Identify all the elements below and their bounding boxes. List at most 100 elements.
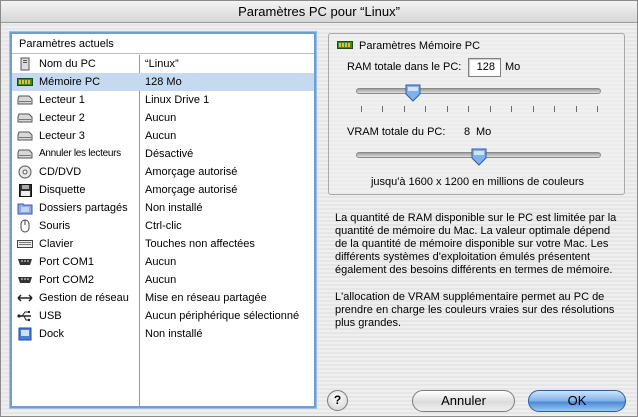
serial-port-icon [17, 273, 33, 287]
cancel-button[interactable]: Annuler [412, 390, 515, 412]
vram-label: VRAM totale du PC: [347, 126, 446, 138]
ok-button[interactable]: OK [528, 390, 626, 412]
list-row-value: Aucun [145, 274, 177, 286]
memory-icon [17, 75, 33, 89]
keyboard-icon [17, 237, 33, 251]
list-row-value: Amorçage autorisé [145, 166, 238, 178]
computer-icon [17, 57, 33, 71]
ram-slider-ticks [361, 106, 598, 112]
vram-caption: jusqu'à 1600 x 1200 en millions de coule… [370, 176, 585, 188]
vram-unit: Mo [476, 126, 492, 138]
slider-tick [382, 106, 383, 112]
list-row-value: Linux Drive 1 [145, 94, 210, 106]
usb-icon [17, 309, 33, 323]
list-row[interactable]: CD/DVD Amorçage autorisé [12, 163, 314, 181]
drive-icon [17, 111, 33, 125]
list-row-name: Lecteur 3 [39, 130, 85, 142]
list-row-value: Aucun [145, 256, 177, 268]
list-row[interactable]: Gestion de réseau Mise en réseau partagée [12, 289, 314, 307]
settings-list[interactable]: Paramètres actuels Nom du PC “Linux” Mémoi… [10, 32, 316, 408]
list-row-name: Dock [39, 328, 65, 340]
vram-slider-thumb[interactable] [470, 148, 488, 166]
list-row[interactable]: Souris Ctrl-clic [12, 217, 314, 235]
list-row[interactable]: Lecteur 2 Aucun [12, 109, 314, 127]
help-button[interactable]: ? [327, 390, 348, 411]
list-row-value: Non installé [145, 328, 203, 340]
list-row-value: Non installé [145, 202, 203, 214]
drive-icon [17, 93, 33, 107]
ram-label: RAM totale dans le PC: [347, 61, 462, 73]
shared-folder-icon [17, 201, 33, 215]
window-titlebar[interactable]: Paramètres PC pour “Linux” [1, 1, 637, 23]
list-row-name: Disquette [39, 184, 86, 196]
list-row-name: USB [39, 310, 62, 322]
memory-icon [337, 40, 353, 54]
ram-unit: Mo [505, 61, 521, 73]
list-row-name: Souris [39, 220, 71, 232]
list-row[interactable]: Lecteur 3 Aucun [12, 127, 314, 145]
window-title: Paramètres PC pour “Linux” [238, 4, 400, 19]
list-row[interactable]: Mémoire PC 128 Mo [12, 73, 314, 91]
floppy-icon [17, 183, 33, 197]
vram-value: 8 [464, 126, 471, 138]
list-row-value: 128 Mo [145, 76, 182, 88]
slider-tick [490, 106, 491, 112]
list-row-name: CD/DVD [39, 166, 82, 178]
list-row[interactable]: Dossiers partagés Non installé [12, 199, 314, 217]
list-row-name: Mémoire PC [39, 76, 101, 88]
list-row-name: Lecteur 1 [39, 94, 85, 106]
slider-tick [468, 106, 469, 112]
list-row[interactable]: Disquette Amorçage autorisé [12, 181, 314, 199]
slider-tick [554, 106, 555, 112]
list-row-value: Touches non affectées [145, 238, 255, 250]
list-row[interactable]: Nom du PC “Linux” [12, 55, 314, 73]
list-row-name: Lecteur 2 [39, 112, 85, 124]
settings-window: Paramètres PC pour “Linux” Paramètres ac… [0, 0, 638, 417]
network-icon [17, 291, 33, 305]
list-row-name: Port COM2 [39, 274, 95, 286]
list-row[interactable]: Clavier Touches non affectées [12, 235, 314, 253]
cd-icon [17, 165, 33, 179]
list-row-name: Dossiers partagés [39, 202, 128, 214]
list-row-name: Port COM1 [39, 256, 95, 268]
list-row[interactable]: Dock Non installé [12, 325, 314, 343]
list-row[interactable]: Port COM2 Aucun [12, 271, 314, 289]
memory-settings-box: Paramètres Mémoire PC RAM totale dans le… [328, 33, 625, 195]
vram-description: L'allocation de VRAM supplémentaire perm… [335, 291, 615, 329]
list-row-name: Nom du PC [39, 58, 96, 70]
list-row[interactable]: Lecteur 1 Linux Drive 1 [12, 91, 314, 109]
drive-icon [17, 147, 33, 161]
ram-input[interactable]: 128 [468, 58, 501, 77]
list-row[interactable]: USB Aucun périphérique sélectionné [12, 307, 314, 325]
slider-tick [597, 106, 598, 112]
list-row[interactable]: Annuler les lecteurs Désactivé [12, 145, 314, 163]
serial-port-icon [17, 255, 33, 269]
slider-tick [404, 106, 405, 112]
ram-slider-thumb[interactable] [404, 84, 422, 102]
drive-icon [17, 129, 33, 143]
slider-tick [425, 106, 426, 112]
list-row[interactable]: Port COM1 Aucun [12, 253, 314, 271]
list-row-value: Aucun périphérique sélectionné [145, 310, 300, 322]
list-row-value: “Linux” [145, 58, 179, 70]
list-row-name: Annuler les lecteurs [39, 148, 121, 159]
list-header: Paramètres actuels [12, 34, 314, 54]
memory-settings-label: Paramètres Mémoire PC [359, 40, 481, 52]
slider-tick [447, 106, 448, 112]
list-row-value: Aucun [145, 112, 177, 124]
dock-icon [17, 327, 33, 341]
list-row-value: Ctrl-clic [145, 220, 182, 232]
list-row-name: Gestion de réseau [39, 292, 129, 304]
list-row-value: Désactivé [145, 148, 194, 160]
slider-tick [533, 106, 534, 112]
mouse-icon [17, 219, 33, 233]
list-row-value: Amorçage autorisé [145, 184, 238, 196]
slider-tick [361, 106, 362, 112]
ram-description: La quantité de RAM disponible sur le PC … [335, 212, 617, 276]
slider-tick [576, 106, 577, 112]
list-row-value: Aucun [145, 130, 177, 142]
list-row-value: Mise en réseau partagée [145, 292, 267, 304]
list-row-name: Clavier [39, 238, 74, 250]
ram-slider-track[interactable] [356, 88, 601, 94]
slider-tick [511, 106, 512, 112]
